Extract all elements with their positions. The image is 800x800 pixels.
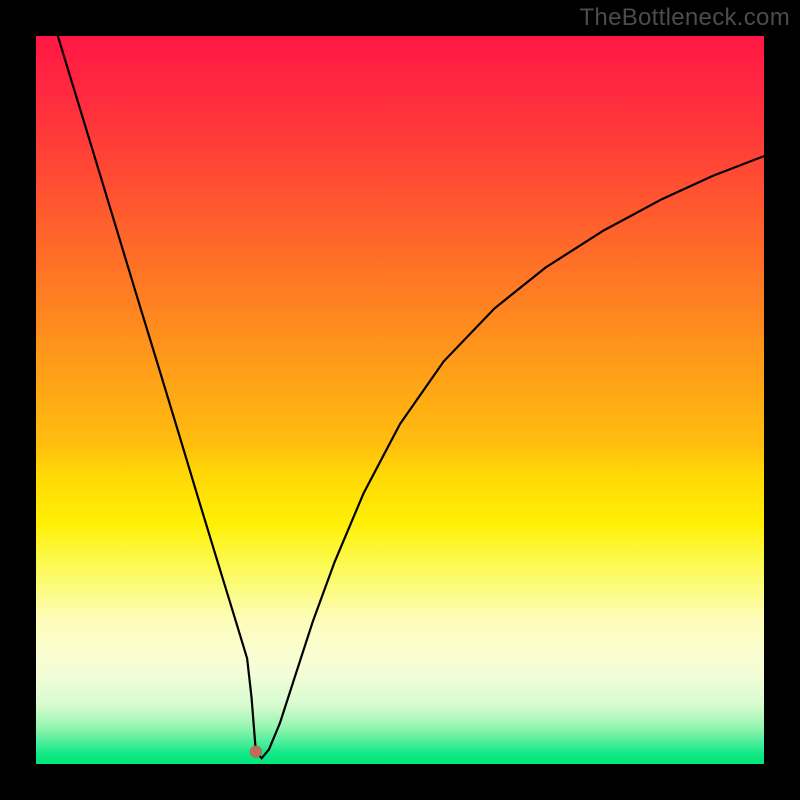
watermark-text: TheBottleneck.com xyxy=(579,4,790,32)
curve-svg xyxy=(36,36,764,764)
plot-area xyxy=(36,36,764,764)
optimum-marker xyxy=(250,746,262,758)
chart-frame: TheBottleneck.com xyxy=(0,0,800,800)
bottleneck-curve xyxy=(58,36,764,758)
